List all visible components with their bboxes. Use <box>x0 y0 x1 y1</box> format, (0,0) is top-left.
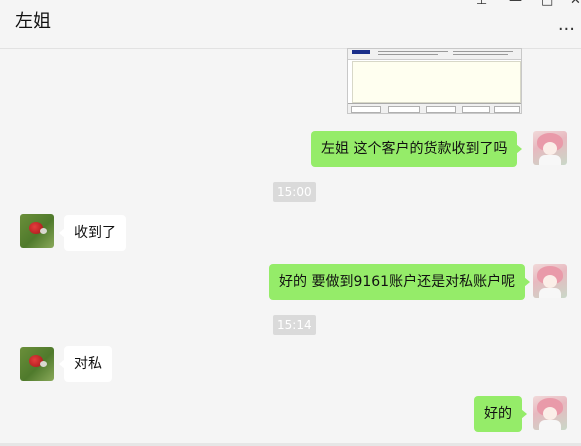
incoming-message-bubble[interactable]: 对私 <box>59 346 112 382</box>
screenshot-footer <box>348 103 521 113</box>
outgoing-message-bubble[interactable]: 左姐 这个客户的货款收到了吗 <box>311 131 523 167</box>
pin-icon[interactable]: ⊥ <box>476 0 487 8</box>
message-list[interactable]: 左姐 这个客户的货款收到了吗 15:00 收到了 好的 要做到9161账户还是对… <box>0 48 581 444</box>
outgoing-message-bubble[interactable]: 好的 <box>474 396 527 432</box>
image-message[interactable] <box>347 48 522 114</box>
chat-title: 左姐 <box>15 11 51 32</box>
chat-header: 左姐 ⊥ — □ ✕ ... <box>0 0 581 49</box>
timestamp-badge: 15:14 <box>273 315 316 335</box>
screenshot-toolbar <box>348 49 521 60</box>
contact-avatar[interactable] <box>20 214 54 248</box>
timestamp-badge: 15:00 <box>273 182 316 202</box>
screenshot-content <box>352 61 521 103</box>
self-avatar[interactable] <box>533 131 567 165</box>
contact-avatar[interactable] <box>20 347 54 381</box>
self-avatar[interactable] <box>533 264 567 298</box>
minimize-icon[interactable]: — <box>509 0 522 8</box>
maximize-icon[interactable]: □ <box>541 0 553 8</box>
incoming-message-bubble[interactable]: 收到了 <box>59 215 126 251</box>
self-avatar[interactable] <box>533 396 567 430</box>
outgoing-message-bubble[interactable]: 好的 要做到9161账户还是对私账户呢 <box>269 264 531 300</box>
more-options-icon[interactable]: ... <box>558 14 575 35</box>
close-icon[interactable]: ✕ <box>570 0 581 8</box>
